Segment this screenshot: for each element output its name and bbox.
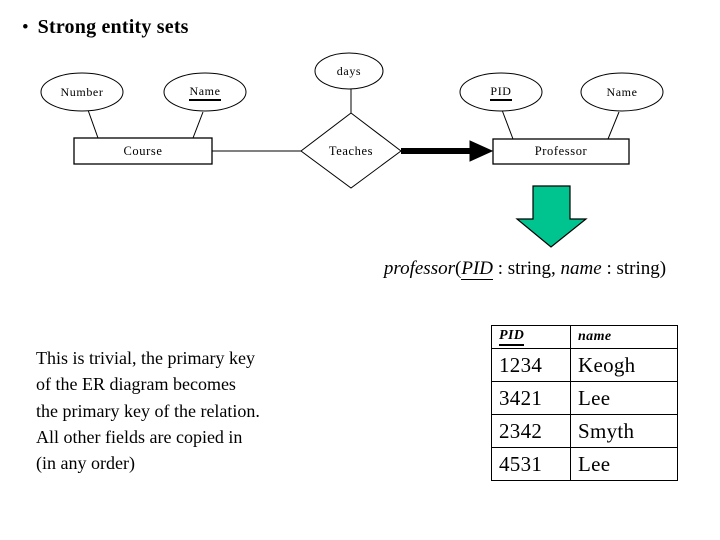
table-header-row: PID name: [491, 325, 678, 349]
table-header-pid-text: PID: [499, 328, 525, 346]
edge-teaches-professor-arrowhead: [469, 140, 494, 162]
explanation-text: This is trivial, the primary key of the …: [36, 345, 366, 476]
explanation-line: the primary key of the relation.: [36, 400, 260, 421]
edge-profname-professor: [607, 111, 620, 140]
explanation-line: (in any order): [36, 453, 135, 474]
schema-relation-name: professor: [383, 258, 455, 279]
table-cell-pid: 1234: [491, 348, 571, 382]
table-row: 2342 Smyth: [491, 414, 678, 448]
table-header-name-text: name: [578, 329, 612, 344]
schema-second-field: name: [560, 258, 602, 279]
entity-label-course: Course: [123, 144, 163, 158]
attribute-label-days: days: [336, 64, 362, 78]
table-header-name: name: [570, 325, 678, 349]
table-cell-pid: 2342: [491, 414, 571, 448]
schema-close-paren: ): [659, 258, 667, 279]
entity-label-professor: Professor: [534, 144, 588, 158]
table-row: 3421 Lee: [491, 381, 678, 415]
relation-instance-table: PID name 1234 Keogh 3421 Lee 2342 Smyth …: [491, 325, 678, 481]
table-cell-name: Keogh: [570, 348, 678, 382]
schema-key-field: PID: [461, 258, 493, 280]
attribute-key-underline-pid: PID: [490, 85, 512, 101]
edge-coursename-course: [192, 111, 204, 139]
table-cell-pid: 3421: [491, 381, 571, 415]
table-cell-pid: 4531: [491, 447, 571, 481]
attribute-label-number: Number: [60, 85, 104, 99]
slide-canvas: • Strong entity sets Number Name days PI…: [0, 0, 720, 540]
edge-pid-professor: [501, 109, 514, 140]
schema-key-type: : string,: [492, 258, 556, 279]
table-cell-name: Lee: [570, 381, 678, 415]
attribute-label-professor-name: Name: [606, 85, 638, 99]
edge-number-course: [87, 109, 99, 139]
table-header-pid: PID: [491, 325, 571, 349]
explanation-line: of the ER diagram becomes: [36, 374, 236, 395]
table-cell-name: Lee: [570, 447, 678, 481]
table-row: 1234 Keogh: [491, 348, 678, 382]
relation-schema-line: professor(PID : string, name : string): [340, 258, 710, 280]
attribute-key-underline-course-name: Name: [189, 85, 221, 101]
attribute-label-pid: PID: [461, 84, 541, 101]
schema-second-type: : string: [601, 258, 660, 279]
transform-arrow-icon: [515, 185, 588, 248]
explanation-line: This is trivial, the primary key: [36, 348, 255, 368]
relationship-label-teaches: Teaches: [328, 144, 374, 158]
table-cell-name: Smyth: [570, 414, 678, 448]
table-row: 4531 Lee: [491, 447, 678, 481]
explanation-line: All other fields are copied in: [36, 426, 243, 447]
attribute-label-course-name: Name: [165, 84, 245, 101]
